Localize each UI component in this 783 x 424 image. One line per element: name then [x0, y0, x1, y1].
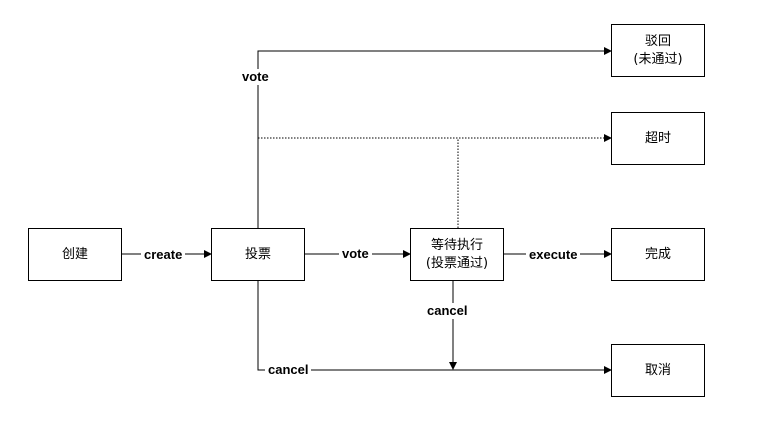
edge-vote-reject: [257, 47, 612, 228]
node-create: 创建: [28, 228, 122, 281]
node-cancelled: 取消: [611, 344, 705, 397]
node-pending: 等待执行 (投票通过): [410, 228, 504, 281]
node-pending-line2: (投票通过): [425, 255, 489, 271]
node-rejected-line1: 驳回: [644, 33, 671, 49]
node-vote-label: 投票: [244, 246, 271, 262]
node-vote: 投票: [211, 228, 305, 281]
node-rejected-line2: (未通过): [633, 51, 683, 67]
node-timeout: 超时: [611, 112, 705, 165]
edge-label-cancel-vote: cancel: [265, 362, 312, 378]
node-done-label: 完成: [644, 246, 671, 262]
node-cancelled-label: 取消: [644, 362, 671, 378]
edge-label-vote-pass: vote: [339, 246, 372, 262]
node-pending-line1: 等待执行: [430, 237, 483, 253]
node-done: 完成: [611, 228, 705, 281]
node-rejected: 驳回 (未通过): [611, 24, 705, 77]
node-timeout-label: 超时: [644, 130, 671, 146]
edge-label-cancel-pending: cancel: [424, 303, 471, 319]
node-create-label: 创建: [61, 246, 88, 262]
edge-cancel-vote: [257, 281, 612, 374]
edge-label-vote-reject: vote: [239, 69, 272, 85]
edge-label-create: create: [141, 247, 186, 263]
state-diagram: 创建 投票 等待执行 (投票通过) 驳回 (未通过) 超时 完成 取消 crea…: [0, 0, 783, 424]
edge-label-execute: execute: [526, 247, 581, 263]
